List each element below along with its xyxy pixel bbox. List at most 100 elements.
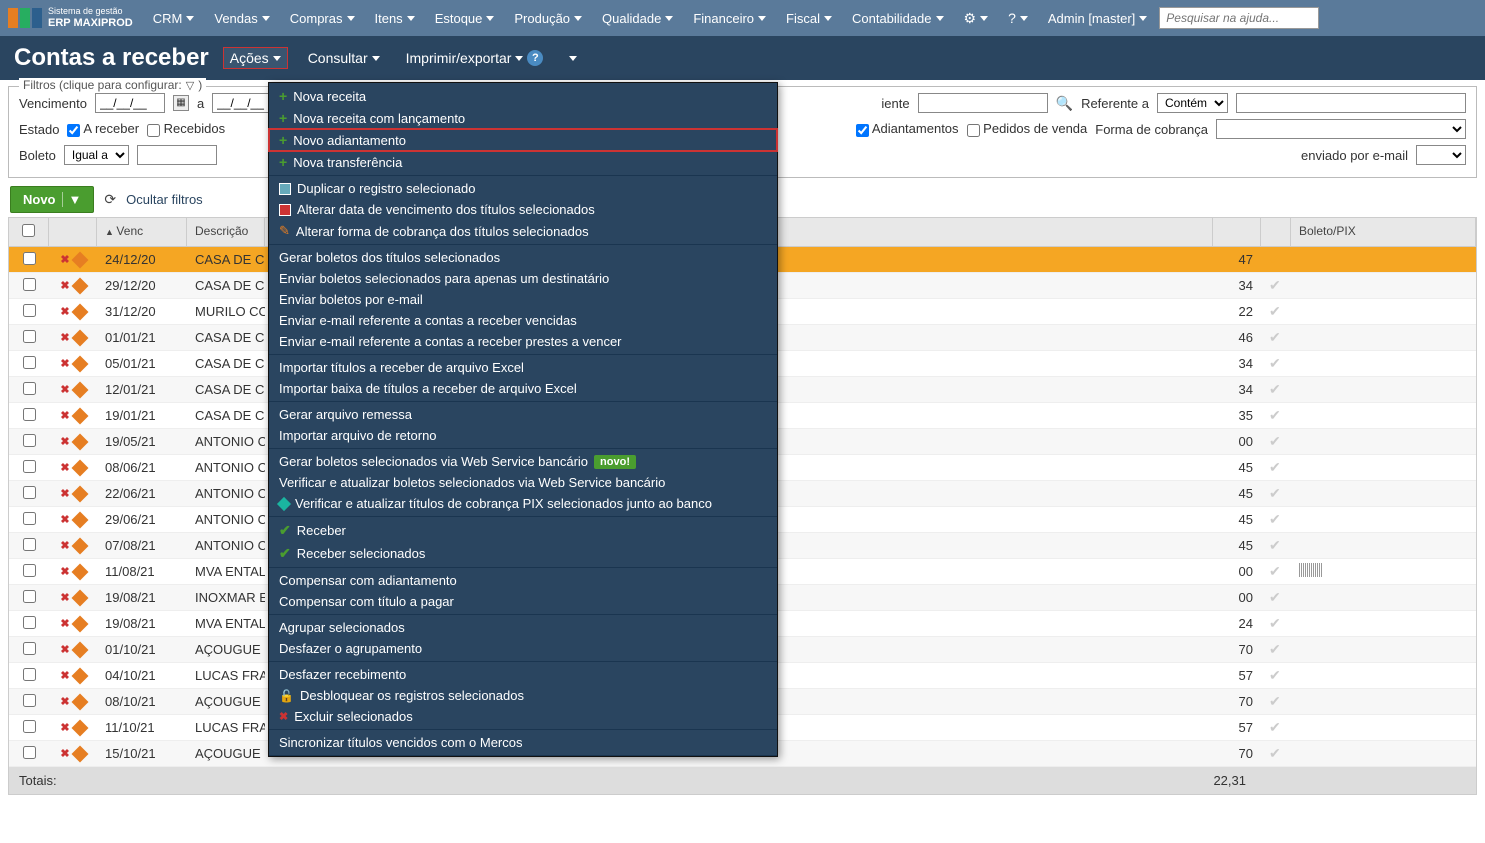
- delete-icon[interactable]: ✖: [60, 591, 69, 604]
- settings-menu[interactable]: ⚙: [956, 6, 997, 31]
- calendar-icon[interactable]: ▦: [173, 95, 189, 111]
- menu-item[interactable]: Agrupar selecionados: [269, 617, 777, 638]
- pedidos-venda-checkbox[interactable]: Pedidos de venda: [967, 121, 1088, 136]
- menu-item[interactable]: Enviar boletos por e-mail: [269, 289, 777, 310]
- delete-icon[interactable]: ✖: [60, 487, 69, 500]
- enviado-email-select[interactable]: [1416, 145, 1466, 165]
- cliente-input[interactable]: [918, 93, 1048, 113]
- menu-item[interactable]: Enviar e-mail referente a contas a receb…: [269, 310, 777, 331]
- edit-icon[interactable]: [71, 563, 88, 580]
- logo[interactable]: Sistema de gestão ERP MAXIPROD: [8, 7, 133, 29]
- row-checkbox[interactable]: [23, 252, 36, 265]
- menu-item[interactable]: 🔓Desbloquear os registros selecionados: [269, 685, 777, 706]
- row-checkbox[interactable]: [23, 460, 36, 473]
- nav-qualidade[interactable]: Qualidade: [594, 7, 681, 30]
- recebidos-checkbox[interactable]: Recebidos: [147, 121, 225, 136]
- edit-icon[interactable]: [71, 433, 88, 450]
- row-checkbox[interactable]: [23, 304, 36, 317]
- menu-item[interactable]: Compensar com adiantamento: [269, 570, 777, 591]
- menu-item[interactable]: Compensar com título a pagar: [269, 591, 777, 612]
- menu-item[interactable]: +Nova transferência: [269, 151, 777, 173]
- edit-icon[interactable]: [71, 381, 88, 398]
- edit-icon[interactable]: [71, 407, 88, 424]
- filter-legend[interactable]: Filtros (clique para configurar: ▽ ): [19, 78, 206, 92]
- imprimir-menu[interactable]: Imprimir/exportar?: [400, 48, 550, 68]
- col-boleto[interactable]: Boleto/PIX: [1291, 218, 1476, 246]
- row-checkbox[interactable]: [23, 590, 36, 603]
- edit-icon[interactable]: [71, 251, 88, 268]
- row-checkbox[interactable]: [23, 616, 36, 629]
- menu-item[interactable]: ✎Alterar forma de cobrança dos títulos s…: [269, 220, 777, 242]
- edit-icon[interactable]: [71, 589, 88, 606]
- nav-vendas[interactable]: Vendas: [206, 7, 277, 30]
- vencimento-from[interactable]: [95, 93, 165, 113]
- nav-financeiro[interactable]: Financeiro: [685, 7, 774, 30]
- delete-icon[interactable]: ✖: [60, 539, 69, 552]
- boleto-input[interactable]: [137, 145, 217, 165]
- delete-icon[interactable]: ✖: [60, 747, 69, 760]
- delete-icon[interactable]: ✖: [60, 253, 69, 266]
- row-checkbox[interactable]: [23, 434, 36, 447]
- menu-item[interactable]: Gerar boletos dos títulos selecionados: [269, 247, 777, 268]
- help-icon[interactable]: ?: [527, 50, 543, 66]
- row-checkbox[interactable]: [23, 356, 36, 369]
- row-checkbox[interactable]: [23, 330, 36, 343]
- menu-item[interactable]: Desfazer o agrupamento: [269, 638, 777, 659]
- delete-icon[interactable]: ✖: [60, 617, 69, 630]
- delete-icon[interactable]: ✖: [60, 461, 69, 474]
- edit-icon[interactable]: [71, 641, 88, 658]
- ocultar-filtros-link[interactable]: Ocultar filtros: [126, 192, 203, 207]
- edit-icon[interactable]: [71, 485, 88, 502]
- menu-item[interactable]: Importar arquivo de retorno: [269, 425, 777, 446]
- more-menu[interactable]: [563, 54, 583, 63]
- menu-item[interactable]: +Nova receita: [269, 85, 777, 107]
- edit-icon[interactable]: [71, 719, 88, 736]
- search-icon[interactable]: 🔍: [1056, 95, 1073, 112]
- novo-button[interactable]: Novo▼: [10, 186, 94, 213]
- delete-icon[interactable]: ✖: [60, 279, 69, 292]
- referente-input[interactable]: [1236, 93, 1466, 113]
- nav-compras[interactable]: Compras: [282, 7, 363, 30]
- delete-icon[interactable]: ✖: [60, 383, 69, 396]
- edit-icon[interactable]: [71, 537, 88, 554]
- menu-item[interactable]: Importar títulos a receber de arquivo Ex…: [269, 357, 777, 378]
- delete-icon[interactable]: ✖: [60, 435, 69, 448]
- edit-icon[interactable]: [71, 615, 88, 632]
- select-all-header[interactable]: [9, 218, 49, 246]
- delete-icon[interactable]: ✖: [60, 565, 69, 578]
- row-checkbox[interactable]: [23, 564, 36, 577]
- edit-icon[interactable]: [71, 459, 88, 476]
- nav-itens[interactable]: Itens: [367, 7, 423, 30]
- row-checkbox[interactable]: [23, 382, 36, 395]
- nav-contabilidade[interactable]: Contabilidade: [844, 7, 952, 30]
- row-checkbox[interactable]: [23, 486, 36, 499]
- menu-item[interactable]: Desfazer recebimento: [269, 664, 777, 685]
- help-menu[interactable]: ?: [1000, 6, 1036, 30]
- nav-produção[interactable]: Produção: [506, 7, 590, 30]
- edit-icon[interactable]: [71, 277, 88, 294]
- nav-fiscal[interactable]: Fiscal: [778, 7, 840, 30]
- row-checkbox[interactable]: [23, 668, 36, 681]
- edit-icon[interactable]: [71, 667, 88, 684]
- menu-item[interactable]: +Nova receita com lançamento: [269, 107, 777, 129]
- search-help-input[interactable]: [1159, 7, 1319, 29]
- forma-cobranca-select[interactable]: [1216, 119, 1466, 139]
- delete-icon[interactable]: ✖: [60, 409, 69, 422]
- delete-icon[interactable]: ✖: [60, 305, 69, 318]
- col-venc[interactable]: Venc: [97, 218, 187, 246]
- row-checkbox[interactable]: [23, 694, 36, 707]
- edit-icon[interactable]: [71, 303, 88, 320]
- delete-icon[interactable]: ✖: [60, 695, 69, 708]
- delete-icon[interactable]: ✖: [60, 357, 69, 370]
- adiantamentos-checkbox[interactable]: Adiantamentos: [856, 121, 959, 136]
- menu-item[interactable]: Importar baixa de títulos a receber de a…: [269, 378, 777, 399]
- row-checkbox[interactable]: [23, 512, 36, 525]
- consultar-menu[interactable]: Consultar: [302, 48, 386, 68]
- edit-icon[interactable]: [71, 693, 88, 710]
- delete-icon[interactable]: ✖: [60, 669, 69, 682]
- row-checkbox[interactable]: [23, 408, 36, 421]
- admin-menu[interactable]: Admin [master]: [1040, 7, 1155, 30]
- boleto-select[interactable]: Igual a: [64, 145, 129, 165]
- edit-icon[interactable]: [71, 355, 88, 372]
- menu-item[interactable]: Gerar arquivo remessa: [269, 404, 777, 425]
